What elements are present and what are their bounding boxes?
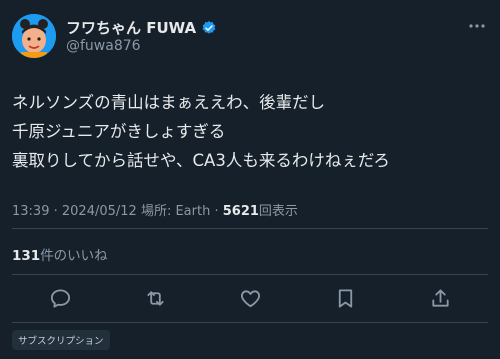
subscription-badge[interactable]: サブスクリプション <box>12 330 110 350</box>
tweet-date[interactable]: 2024/05/12 <box>62 204 137 219</box>
divider <box>12 274 488 275</box>
meta-separator: · <box>210 204 223 219</box>
like-button[interactable] <box>236 284 264 312</box>
tweet-line: 裏取りしてから話せや、CA3人も来るわけねぇだろ <box>12 151 390 170</box>
heart-icon <box>240 289 260 307</box>
more-options-icon[interactable] <box>468 18 486 32</box>
tweet-meta: 13:39 · 2024/05/12 場所: Earth · 5621回表示 <box>12 200 298 219</box>
name-row: フワちゃん FUWA <box>66 17 217 38</box>
divider <box>12 322 488 323</box>
tweet-location[interactable]: 場所: Earth <box>141 204 210 219</box>
user-handle[interactable]: @fuwa876 <box>66 38 141 54</box>
bookmark-button[interactable] <box>331 284 359 312</box>
tweet-text: ネルソンズの青山はまぁええわ、後輩だし 千原ジュニアがきしょすぎる 裏取りしてか… <box>12 88 488 175</box>
reply-button[interactable] <box>46 284 74 312</box>
likes-summary[interactable]: 131件のいいね <box>12 244 108 264</box>
share-icon <box>431 288 449 307</box>
tweet-line: 千原ジュニアがきしょすぎる <box>12 122 226 141</box>
tweet-time[interactable]: 13:39 <box>12 204 49 219</box>
retweet-button[interactable] <box>141 284 169 312</box>
views-label: 回表示 <box>258 204 298 219</box>
bookmark-icon <box>338 288 352 308</box>
tweet-line: ネルソンズの青山はまぁええわ、後輩だし <box>12 93 326 112</box>
retweet-icon <box>146 290 164 306</box>
display-name[interactable]: フワちゃん FUWA <box>66 17 196 38</box>
likes-label: 件のいいね <box>40 248 108 264</box>
tweet-header: フワちゃん FUWA @fuwa876 <box>12 14 488 58</box>
avatar-image <box>12 14 56 58</box>
verified-badge-icon <box>201 20 217 36</box>
views-count: 5621 <box>222 204 259 219</box>
avatar[interactable] <box>12 14 56 58</box>
reply-icon <box>50 288 70 308</box>
share-button[interactable] <box>426 284 454 312</box>
meta-separator: · <box>49 204 62 219</box>
divider <box>12 228 488 229</box>
likes-count: 131 <box>12 248 41 264</box>
action-bar <box>12 284 488 316</box>
